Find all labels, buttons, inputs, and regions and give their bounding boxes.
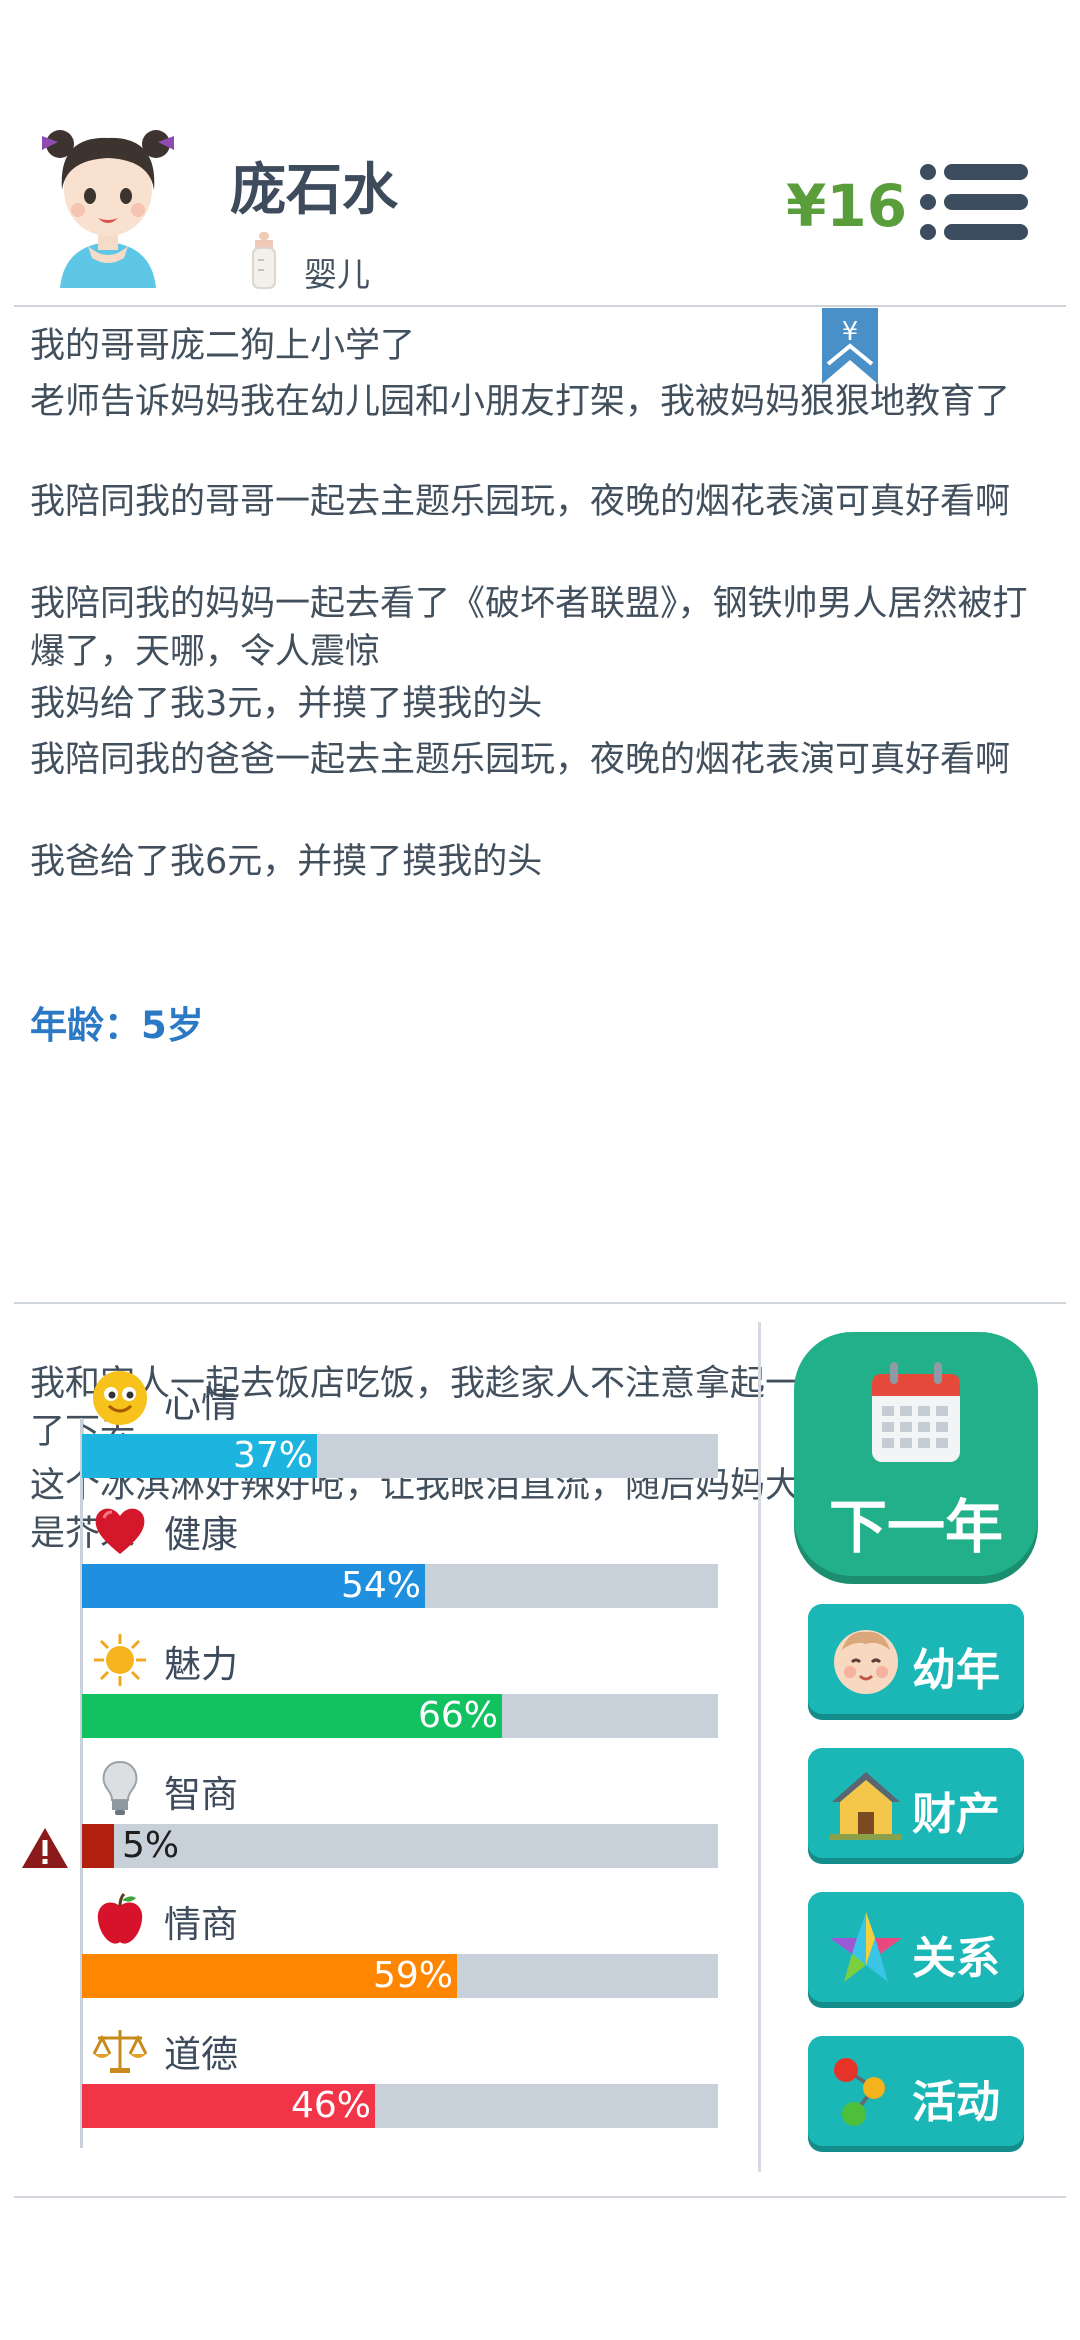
stat-label-morality: 道德	[164, 2033, 238, 2076]
stat-label-eq: 情商	[164, 1903, 238, 1946]
stat-bar-eq: 59%	[82, 1954, 718, 1998]
activities-button[interactable]: 活动	[808, 2036, 1024, 2146]
stat-bar-iq: 5%	[82, 1824, 718, 1868]
warning-icon	[22, 1828, 68, 1868]
stat-label-health: 健康	[164, 1513, 238, 1556]
heart-icon	[95, 1508, 145, 1554]
relations-label: 关系	[912, 1933, 1000, 1984]
next-year-label: 下一年	[828, 1493, 1003, 1561]
stat-percent: 5%	[122, 1825, 180, 1866]
header-divider	[14, 305, 1066, 307]
log-divider	[14, 1302, 1066, 1304]
baby-bottle-icon	[252, 232, 276, 289]
childhood-button[interactable]: 幼年	[808, 1604, 1024, 1714]
age-heading: 年龄：5岁	[30, 1004, 204, 1047]
stat-bar-mood: 37%	[82, 1434, 718, 1478]
life-stage-label: 婴儿	[304, 255, 370, 294]
bookmark-icon: ¥	[822, 308, 878, 384]
lightbulb-icon	[102, 1760, 138, 1815]
stat-percent: 37%	[232, 1435, 313, 1476]
star-icon	[830, 1912, 902, 1982]
childhood-label: 幼年	[912, 1645, 1000, 1696]
avatar[interactable]	[38, 118, 178, 288]
stat-label-charm: 魅力	[164, 1643, 238, 1686]
log-line: 我陪同我的爸爸一起去主题乐园玩，夜晚的烟花表演可真好看啊	[30, 740, 1011, 780]
property-label: 财产	[912, 1789, 1000, 1840]
next-year-button[interactable]: 下一年	[794, 1332, 1038, 1576]
house-icon	[830, 1772, 902, 1840]
stat-percent: 46%	[290, 2085, 371, 2126]
log-line: 我陪同我的哥哥一起去主题乐园玩，夜晚的烟花表演可真好看啊	[30, 482, 1011, 522]
stat-bar-health: 54%	[82, 1564, 718, 1608]
log-line: 我陪同我的妈妈一起去看了《破坏者联盟》，钢铁帅男人居然被打爆了，天哪，令人震惊	[30, 584, 1028, 672]
stat-percent: 54%	[340, 1565, 421, 1606]
menu-icon	[920, 164, 1028, 240]
stats-axis-line	[80, 1418, 83, 2148]
money-bookmark-button[interactable]: ¥	[822, 308, 878, 384]
scales-icon	[92, 2030, 148, 2073]
bottom-divider	[14, 2196, 1066, 2198]
relations-button[interactable]: 关系	[808, 1892, 1024, 2002]
stat-bar-charm: 66%	[82, 1694, 718, 1738]
stat-label-mood: 心情	[164, 1383, 238, 1426]
stat-label-iq: 智商	[164, 1773, 238, 1816]
bookmark-symbol: ¥	[842, 317, 859, 347]
log-line: 我妈给了我3元，并摸了摸我的头	[30, 684, 543, 724]
stat-percent: 59%	[372, 1955, 453, 1996]
profile-header: 庞石水 婴儿 ¥16	[0, 0, 1080, 306]
smiley-icon	[93, 1371, 147, 1425]
activities-label: 活动	[912, 2077, 1000, 2128]
money-balance: ¥16	[786, 172, 908, 240]
stat-bar-morality: 46%	[82, 2084, 718, 2128]
apple-icon	[97, 1892, 143, 1944]
log-line: 我的哥哥庞二狗上小学了	[30, 326, 416, 366]
event-log[interactable]: 我的哥哥庞二狗上小学了 老师告诉妈妈我在幼儿园和小朋友打架，我被妈妈狠狠地教育了…	[0, 310, 1080, 1554]
player-name: 庞石水	[230, 158, 398, 223]
property-button[interactable]: 财产	[808, 1748, 1024, 1858]
calendar-icon	[872, 1362, 960, 1462]
stat-percent: 66%	[417, 1695, 498, 1736]
stats-buttons-divider	[758, 1322, 761, 2172]
baby-face-icon	[834, 1630, 898, 1694]
log-line: 我爸给了我6元，并摸了摸我的头	[30, 842, 543, 882]
log-line: 老师告诉妈妈我在幼儿园和小朋友打架，我被妈妈狠狠地教育了	[30, 382, 1011, 422]
activity-dots-icon	[834, 2058, 885, 2126]
sun-icon	[94, 1634, 146, 1686]
stat-bar-fill	[82, 1824, 114, 1868]
menu-button[interactable]	[920, 162, 1028, 242]
